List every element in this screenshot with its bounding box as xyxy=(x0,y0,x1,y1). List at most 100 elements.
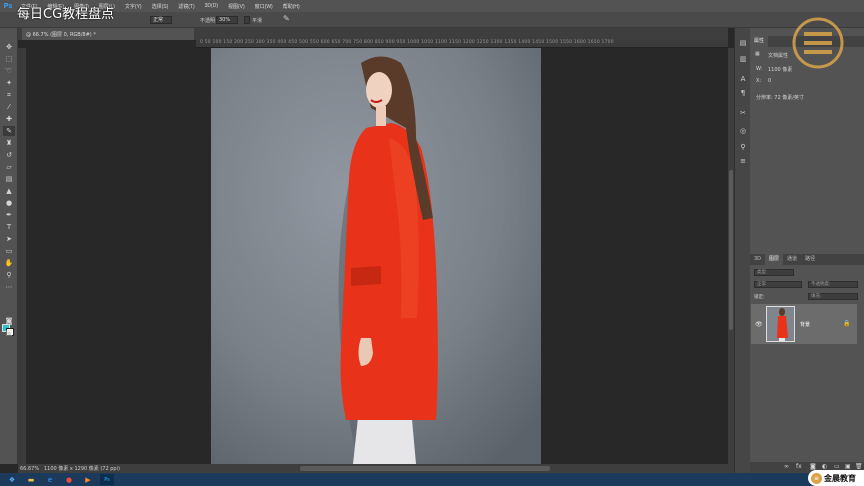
pen-tool-icon[interactable]: ✒ xyxy=(3,210,15,220)
layer-mask-icon[interactable]: ◙ xyxy=(810,463,816,470)
tab-properties[interactable]: 属性 xyxy=(750,36,769,47)
brand-logo-icon xyxy=(792,17,844,69)
resolution-text: 分辨率: 72 像素/英寸 xyxy=(756,95,804,101)
ruler-ticks: 0 50 100 150 200 250 300 350 400 450 500… xyxy=(200,40,614,45)
brand-badge-text: 金晨教育 xyxy=(824,473,856,483)
tab-3d[interactable]: 3D xyxy=(750,254,765,265)
crop-tool-icon[interactable]: ⌗ xyxy=(3,90,15,100)
blend-mode-select[interactable]: 正常 xyxy=(754,281,802,288)
tools-presets-icon[interactable]: ✂ xyxy=(738,108,748,118)
gradient-tool-icon[interactable]: ▤ xyxy=(3,174,15,184)
lock-label: 锁定: xyxy=(754,295,765,300)
zoom-tool-icon[interactable]: ⚲ xyxy=(3,270,15,280)
layer-fill[interactable]: 填充: xyxy=(808,293,858,300)
quick-mask-icon[interactable]: ◙ xyxy=(3,316,15,326)
tab-channels[interactable]: 通道 xyxy=(783,254,801,265)
new-layer-icon[interactable]: ▣ xyxy=(845,463,851,470)
width-label: W: xyxy=(756,66,763,72)
history-brush-tool-icon[interactable]: ↺ xyxy=(3,150,15,160)
doc-properties-label: 文档属性 xyxy=(768,53,789,59)
layers-panel-header: 3D 图层 通道 路径 xyxy=(750,254,864,265)
options-bar: 正常 不透明 30% 平滑 ✎ xyxy=(0,12,864,28)
mode-select[interactable]: 正常 xyxy=(150,16,172,24)
link-layers-icon[interactable]: ∞ xyxy=(784,463,789,470)
menu-filter[interactable]: 滤镜(T) xyxy=(173,3,199,10)
width-value[interactable]: 1100 像素 xyxy=(768,66,792,73)
smooth-label: 平滑 xyxy=(252,18,263,24)
opacity-input[interactable]: 30% xyxy=(216,16,238,24)
adjustment-layer-icon[interactable]: ◐ xyxy=(822,463,827,470)
horizontal-ruler[interactable]: 0 50 100 150 200 250 300 350 400 450 500… xyxy=(196,40,728,48)
history-panel-icon[interactable]: ▤ xyxy=(738,38,748,48)
brush-panel-icon[interactable]: ◎ xyxy=(738,126,748,136)
horizontal-scrollbar-thumb[interactable] xyxy=(300,466,550,471)
menu-help[interactable]: 帮助(H) xyxy=(278,3,305,10)
folder-icon[interactable]: ▬ xyxy=(24,474,38,485)
tab-layers[interactable]: 图层 xyxy=(765,254,784,265)
start-icon[interactable]: ❖ xyxy=(5,474,19,485)
vertical-ruler[interactable] xyxy=(18,48,26,464)
woman-in-red-coat-photo xyxy=(211,48,541,464)
move-tool-icon[interactable]: ✥ xyxy=(3,42,15,52)
paragraph-panel-icon[interactable]: ¶ xyxy=(738,88,748,98)
brand-badge: ≡ 金晨教育 xyxy=(808,470,864,486)
more-tools-icon[interactable]: ⋯ xyxy=(3,282,15,292)
ps-icon[interactable]: Ps xyxy=(100,474,114,485)
layer-visibility-eye-icon[interactable]: 👁 xyxy=(755,321,763,328)
x-label: X: xyxy=(756,78,762,84)
layer-opacity[interactable]: 不透明度: xyxy=(808,281,858,288)
character-panel-icon[interactable]: A xyxy=(738,74,748,84)
layer-kind-filter[interactable]: 类型 xyxy=(754,269,794,276)
dodge-tool-icon[interactable]: ● xyxy=(3,198,15,208)
layer-name[interactable]: 背景 xyxy=(800,321,810,328)
photoshop-logo-icon[interactable]: Ps xyxy=(0,0,16,12)
healing-brush-tool-icon[interactable]: ✚ xyxy=(3,114,15,124)
chrome-icon[interactable]: ● xyxy=(62,474,76,485)
tab-paths[interactable]: 路径 xyxy=(801,254,819,265)
panel-icon-strip: ▤ ▥ A ¶ ✂ ◎ ⚲ ≡ xyxy=(734,28,750,473)
menu-select[interactable]: 选择(S) xyxy=(147,3,174,10)
shape-tool-icon[interactable]: ▭ xyxy=(3,246,15,256)
screen-mode-icon[interactable]: ▣ xyxy=(3,328,15,338)
menu-type[interactable]: 文字(Y) xyxy=(120,3,147,10)
document-tab[interactable]: @ 66.7% (图层 0, RGB/8#) * xyxy=(22,28,194,40)
eyedropper-tool-icon[interactable]: ⁄ xyxy=(3,102,15,112)
x-value[interactable]: 0 xyxy=(768,78,771,84)
magic-wand-tool-icon[interactable]: ✦ xyxy=(3,78,15,88)
menu-view[interactable]: 视图(V) xyxy=(223,3,250,10)
brush-tool-icon[interactable]: ✎ xyxy=(3,126,15,136)
eraser-tool-icon[interactable]: ▱ xyxy=(3,162,15,172)
adjustments-icon[interactable]: ≡ xyxy=(738,156,748,166)
media-icon[interactable]: ▶ xyxy=(81,474,95,485)
properties-panel-icon[interactable]: ▥ xyxy=(738,54,748,64)
opacity-label: 不透明 xyxy=(200,18,216,24)
new-group-icon[interactable]: ▭ xyxy=(834,463,840,470)
smooth-checkbox[interactable] xyxy=(244,16,250,24)
vertical-scrollbar-thumb[interactable] xyxy=(729,170,733,330)
clone-source-icon[interactable]: ⚲ xyxy=(738,142,748,152)
marquee-tool-icon[interactable]: ⬚ xyxy=(3,54,15,64)
delete-layer-icon[interactable]: 🗑 xyxy=(855,463,863,470)
layer-thumbnail[interactable] xyxy=(766,306,795,342)
clone-stamp-tool-icon[interactable]: ♜ xyxy=(3,138,15,148)
menu-window[interactable]: 窗口(W) xyxy=(250,3,278,10)
brand-badge-icon: ≡ xyxy=(811,472,822,484)
lasso-tool-icon[interactable]: ➰ xyxy=(3,66,15,76)
tools-panel: ✥ ⬚ ➰ ✦ ⌗ ⁄ ✚ ✎ ♜ ↺ ▱ ▤ ▲ ● ✒ T ➤ ▭ ✋ ⚲ … xyxy=(0,28,18,464)
windows-taskbar: ❖ ▬ e ● ▶ Ps xyxy=(0,473,864,486)
blur-tool-icon[interactable]: ▲ xyxy=(3,186,15,196)
layer-lock-icon[interactable]: 🔒 xyxy=(843,320,850,327)
document-image[interactable] xyxy=(211,48,541,464)
type-tool-icon[interactable]: T xyxy=(3,222,15,232)
document-info[interactable]: 1100 像素 x 1290 像素 (72 ppi) xyxy=(40,465,120,472)
layer-thumbnail-image xyxy=(767,307,794,341)
menu-3d[interactable]: 3D(D) xyxy=(200,3,223,9)
browser-icon[interactable]: e xyxy=(43,474,57,485)
doc-properties-icon: ▦ xyxy=(755,51,760,57)
pressure-icon[interactable]: ✎ xyxy=(283,14,290,23)
hand-tool-icon[interactable]: ✋ xyxy=(3,258,15,268)
path-selection-tool-icon[interactable]: ➤ xyxy=(3,234,15,244)
layer-style-icon[interactable]: fx xyxy=(796,463,802,470)
zoom-level[interactable]: 66.67% xyxy=(18,466,40,472)
right-panels: 属性 ▦ 文档属性 W: 1100 像素 X: 0 分辨率: 72 像素/英寸 … xyxy=(750,28,864,473)
